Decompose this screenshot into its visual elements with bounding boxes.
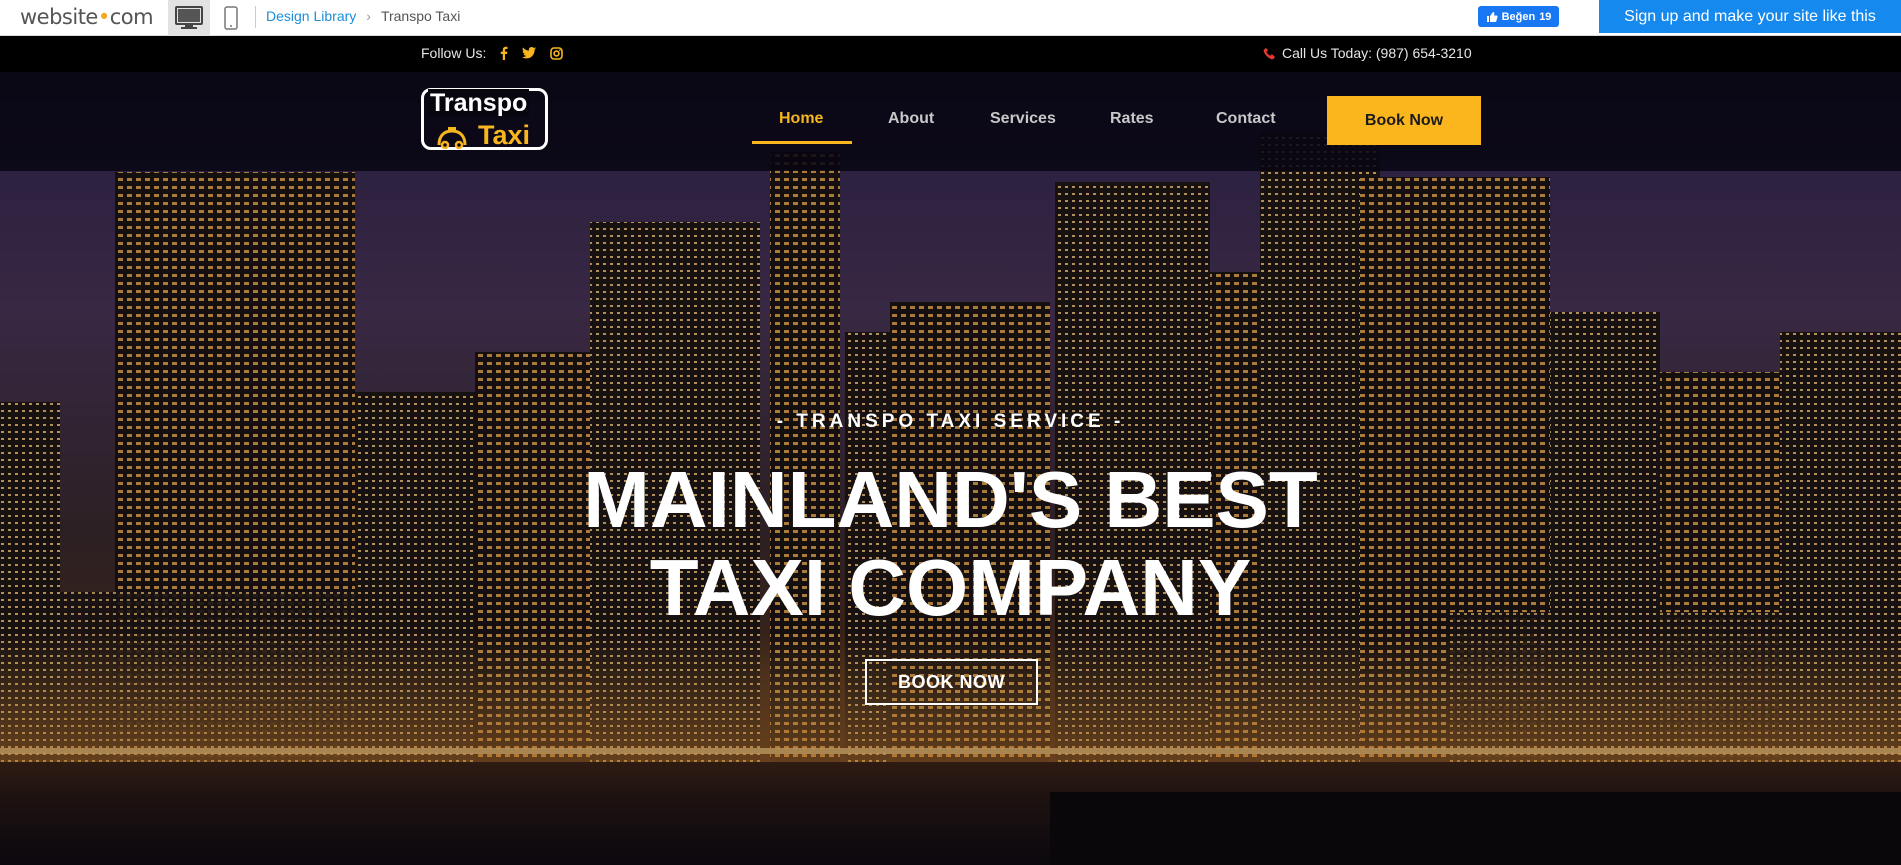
editor-topbar: website•com Design Library › Transpo Tax… [0, 0, 1901, 36]
breadcrumb: Design Library › Transpo Taxi [266, 8, 460, 24]
info-bar: Follow Us: Call Us Today: (987) 654-3210 [0, 36, 1901, 72]
nav-home[interactable]: Home [779, 110, 823, 128]
hero-book-now-button[interactable]: BOOK NOW [865, 659, 1038, 705]
topbar-divider [255, 6, 256, 28]
brand-dot: • [97, 5, 110, 29]
desktop-icon [175, 6, 203, 29]
nav-rates[interactable]: Rates [1110, 110, 1154, 128]
nav-services[interactable]: Services [990, 110, 1056, 128]
brand-name: website [20, 5, 98, 29]
instagram-icon[interactable] [550, 46, 564, 60]
brand-tld: com [109, 5, 154, 29]
hero-title-line2: TAXI COMPANY [649, 543, 1252, 632]
website-com-logo[interactable]: website•com [20, 5, 154, 29]
signup-button[interactable]: Sign up and make your site like this [1599, 0, 1901, 33]
transpo-taxi-logo[interactable]: Transpo Taxi [421, 88, 548, 150]
breadcrumb-current: Transpo Taxi [380, 8, 461, 24]
facebook-icon[interactable] [500, 46, 508, 60]
book-now-button[interactable]: Book Now [1327, 96, 1481, 145]
like-label: Beğen [1501, 10, 1536, 23]
call-us: Call Us Today: (987) 654-3210 [1263, 45, 1472, 61]
follow-us: Follow Us: [421, 45, 564, 61]
chevron-right-icon: › [366, 8, 371, 24]
mobile-view-button[interactable] [210, 0, 252, 36]
breadcrumb-design-library[interactable]: Design Library [266, 8, 356, 24]
call-label: Call Us Today: (987) 654-3210 [1282, 45, 1472, 61]
logo-line1: Transpo [428, 89, 530, 117]
logo-line2: Taxi [478, 120, 531, 150]
facebook-like-button[interactable]: Beğen 19 [1478, 6, 1559, 27]
hero-title-line1: MAINLAND'S BEST [583, 455, 1318, 544]
follow-label: Follow Us: [421, 45, 487, 61]
like-count: 19 [1539, 10, 1552, 23]
hero-subtitle: - TRANSPO TAXI SERVICE - [776, 411, 1125, 432]
phone-icon [1263, 47, 1275, 59]
nav-about[interactable]: About [888, 110, 934, 128]
thumbs-up-icon [1486, 11, 1498, 22]
hero-title: MAINLAND'S BEST TAXI COMPANY [0, 456, 1901, 632]
twitter-icon[interactable] [522, 47, 537, 59]
desktop-view-button[interactable] [168, 0, 210, 36]
nav-active-underline [752, 141, 852, 144]
nav-contact[interactable]: Contact [1216, 110, 1276, 128]
taxi-cab-icon [437, 127, 467, 149]
mobile-icon [224, 6, 238, 30]
site-navbar: Transpo Taxi [0, 72, 1901, 171]
